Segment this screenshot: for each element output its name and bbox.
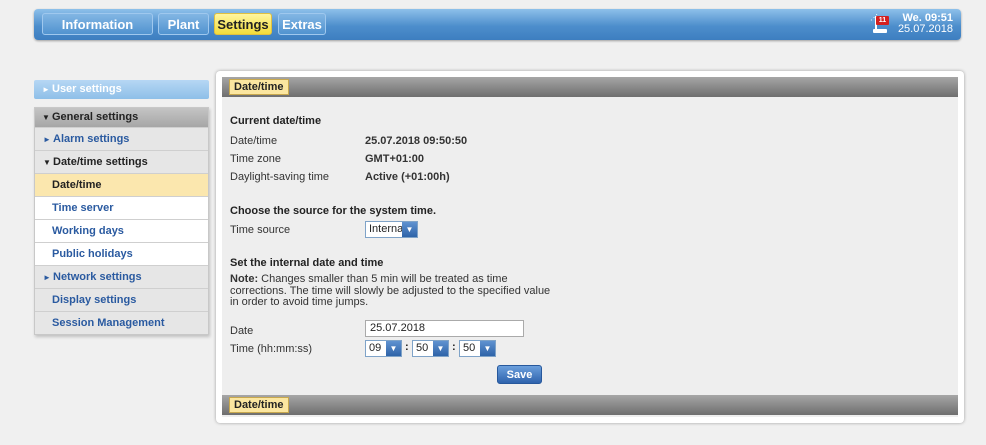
set-datetime-heading: Set the internal date and time	[230, 257, 384, 269]
panel-footer-bar: Date/time	[222, 395, 958, 415]
save-button[interactable]: Save	[497, 365, 542, 384]
note-text-block: Note: Changes smaller than 5 min will be…	[230, 273, 560, 309]
date-label: Date	[230, 325, 254, 337]
time-separator: :	[405, 341, 409, 353]
sidebar-item-label: Network settings	[53, 271, 142, 283]
time-source-value: Internal	[369, 223, 406, 235]
minute-select[interactable]: 50 ▼	[412, 340, 449, 357]
hour-select[interactable]: 09 ▼	[365, 340, 402, 357]
triangle-right-icon: ►	[43, 135, 51, 144]
timezone-label: Time zone	[230, 153, 281, 165]
sidebar-item-label: Alarm settings	[53, 133, 130, 145]
note-bold-label: Note:	[230, 273, 259, 285]
triangle-right-icon: ►	[42, 85, 50, 94]
sidebar: ► User settings ▼ General settings ► Alarm …	[34, 80, 209, 335]
datetime-value: 25.07.2018 09:50:50	[365, 135, 468, 147]
tab-plant[interactable]: Plant	[158, 13, 209, 35]
time-source-select[interactable]: Internal ▼	[365, 221, 418, 238]
top-navigation-bar: Information Plant Settings Extras ⋰ 11 W…	[34, 9, 961, 40]
date-input[interactable]: 25.07.2018	[365, 320, 524, 337]
alarm-count-badge: 11	[876, 16, 889, 25]
triangle-down-icon: ▼	[42, 113, 50, 122]
triangle-down-icon: ▼	[43, 158, 51, 167]
chevron-down-icon: ▼	[386, 341, 401, 356]
main-panel: Date/time Current date/time Date/time 25…	[216, 71, 964, 423]
dst-value: Active (+01:00h)	[365, 171, 450, 183]
sidebar-item-time-server[interactable]: Time server	[35, 196, 208, 219]
sidebar-item-datetime[interactable]: Date/time	[35, 173, 208, 196]
clock: We. 09:51 25.07.2018	[898, 13, 953, 35]
tab-extras[interactable]: Extras	[278, 13, 326, 35]
panel-tab-datetime-footer[interactable]: Date/time	[229, 397, 289, 413]
time-source-label: Time source	[230, 224, 291, 236]
tab-information[interactable]: Information	[42, 13, 153, 35]
time-label: Time (hh:mm:ss)	[230, 343, 313, 355]
panel-body: Date/time Current date/time Date/time 25…	[222, 77, 958, 417]
note-text: Changes smaller than 5 min will be treat…	[230, 273, 551, 308]
clock-date: 25.07.2018	[897, 23, 953, 35]
tab-settings[interactable]: Settings	[214, 13, 272, 35]
sidebar-item-working-days[interactable]: Working days	[35, 219, 208, 242]
alarm-flag-icon[interactable]: ⋰ 11	[870, 14, 890, 34]
sidebar-item-label: User settings	[52, 83, 122, 95]
current-datetime-heading: Current date/time	[230, 115, 322, 127]
second-value: 50	[463, 342, 476, 354]
source-heading: Choose the source for the system time.	[230, 205, 436, 217]
chevron-down-icon: ▼	[480, 341, 495, 356]
sidebar-item-public-holidays[interactable]: Public holidays	[35, 242, 208, 265]
chevron-down-icon: ▼	[402, 222, 417, 237]
hour-value: 09	[369, 342, 382, 354]
alarm-base	[873, 29, 887, 33]
second-select[interactable]: 50 ▼	[459, 340, 496, 357]
triangle-right-icon: ►	[43, 273, 51, 282]
panel-header-bar: Date/time	[222, 77, 958, 97]
panel-tab-datetime[interactable]: Date/time	[229, 79, 289, 95]
sidebar-item-display-settings[interactable]: Display settings	[35, 288, 208, 311]
sidebar-item-label: Date/time settings	[53, 156, 148, 168]
sidebar-item-alarm-settings[interactable]: ► Alarm settings	[35, 127, 208, 150]
sidebar-item-general-settings[interactable]: ▼ General settings	[35, 108, 208, 127]
sidebar-group-general: ▼ General settings ► Alarm settings ▼ Date/…	[34, 107, 209, 335]
timezone-value: GMT+01:00	[365, 153, 424, 165]
sidebar-item-datetime-settings[interactable]: ▼ Date/time settings	[35, 150, 208, 173]
chevron-down-icon: ▼	[433, 341, 448, 356]
datetime-label: Date/time	[230, 135, 278, 147]
sidebar-item-label: General settings	[52, 111, 139, 123]
sidebar-item-network-settings[interactable]: ► Network settings	[35, 265, 208, 288]
sidebar-item-user-settings[interactable]: ► User settings	[34, 80, 209, 99]
sidebar-item-session-management[interactable]: Session Management	[35, 311, 208, 334]
time-separator: :	[452, 341, 456, 353]
dst-label: Daylight-saving time	[230, 171, 330, 183]
minute-value: 50	[416, 342, 429, 354]
